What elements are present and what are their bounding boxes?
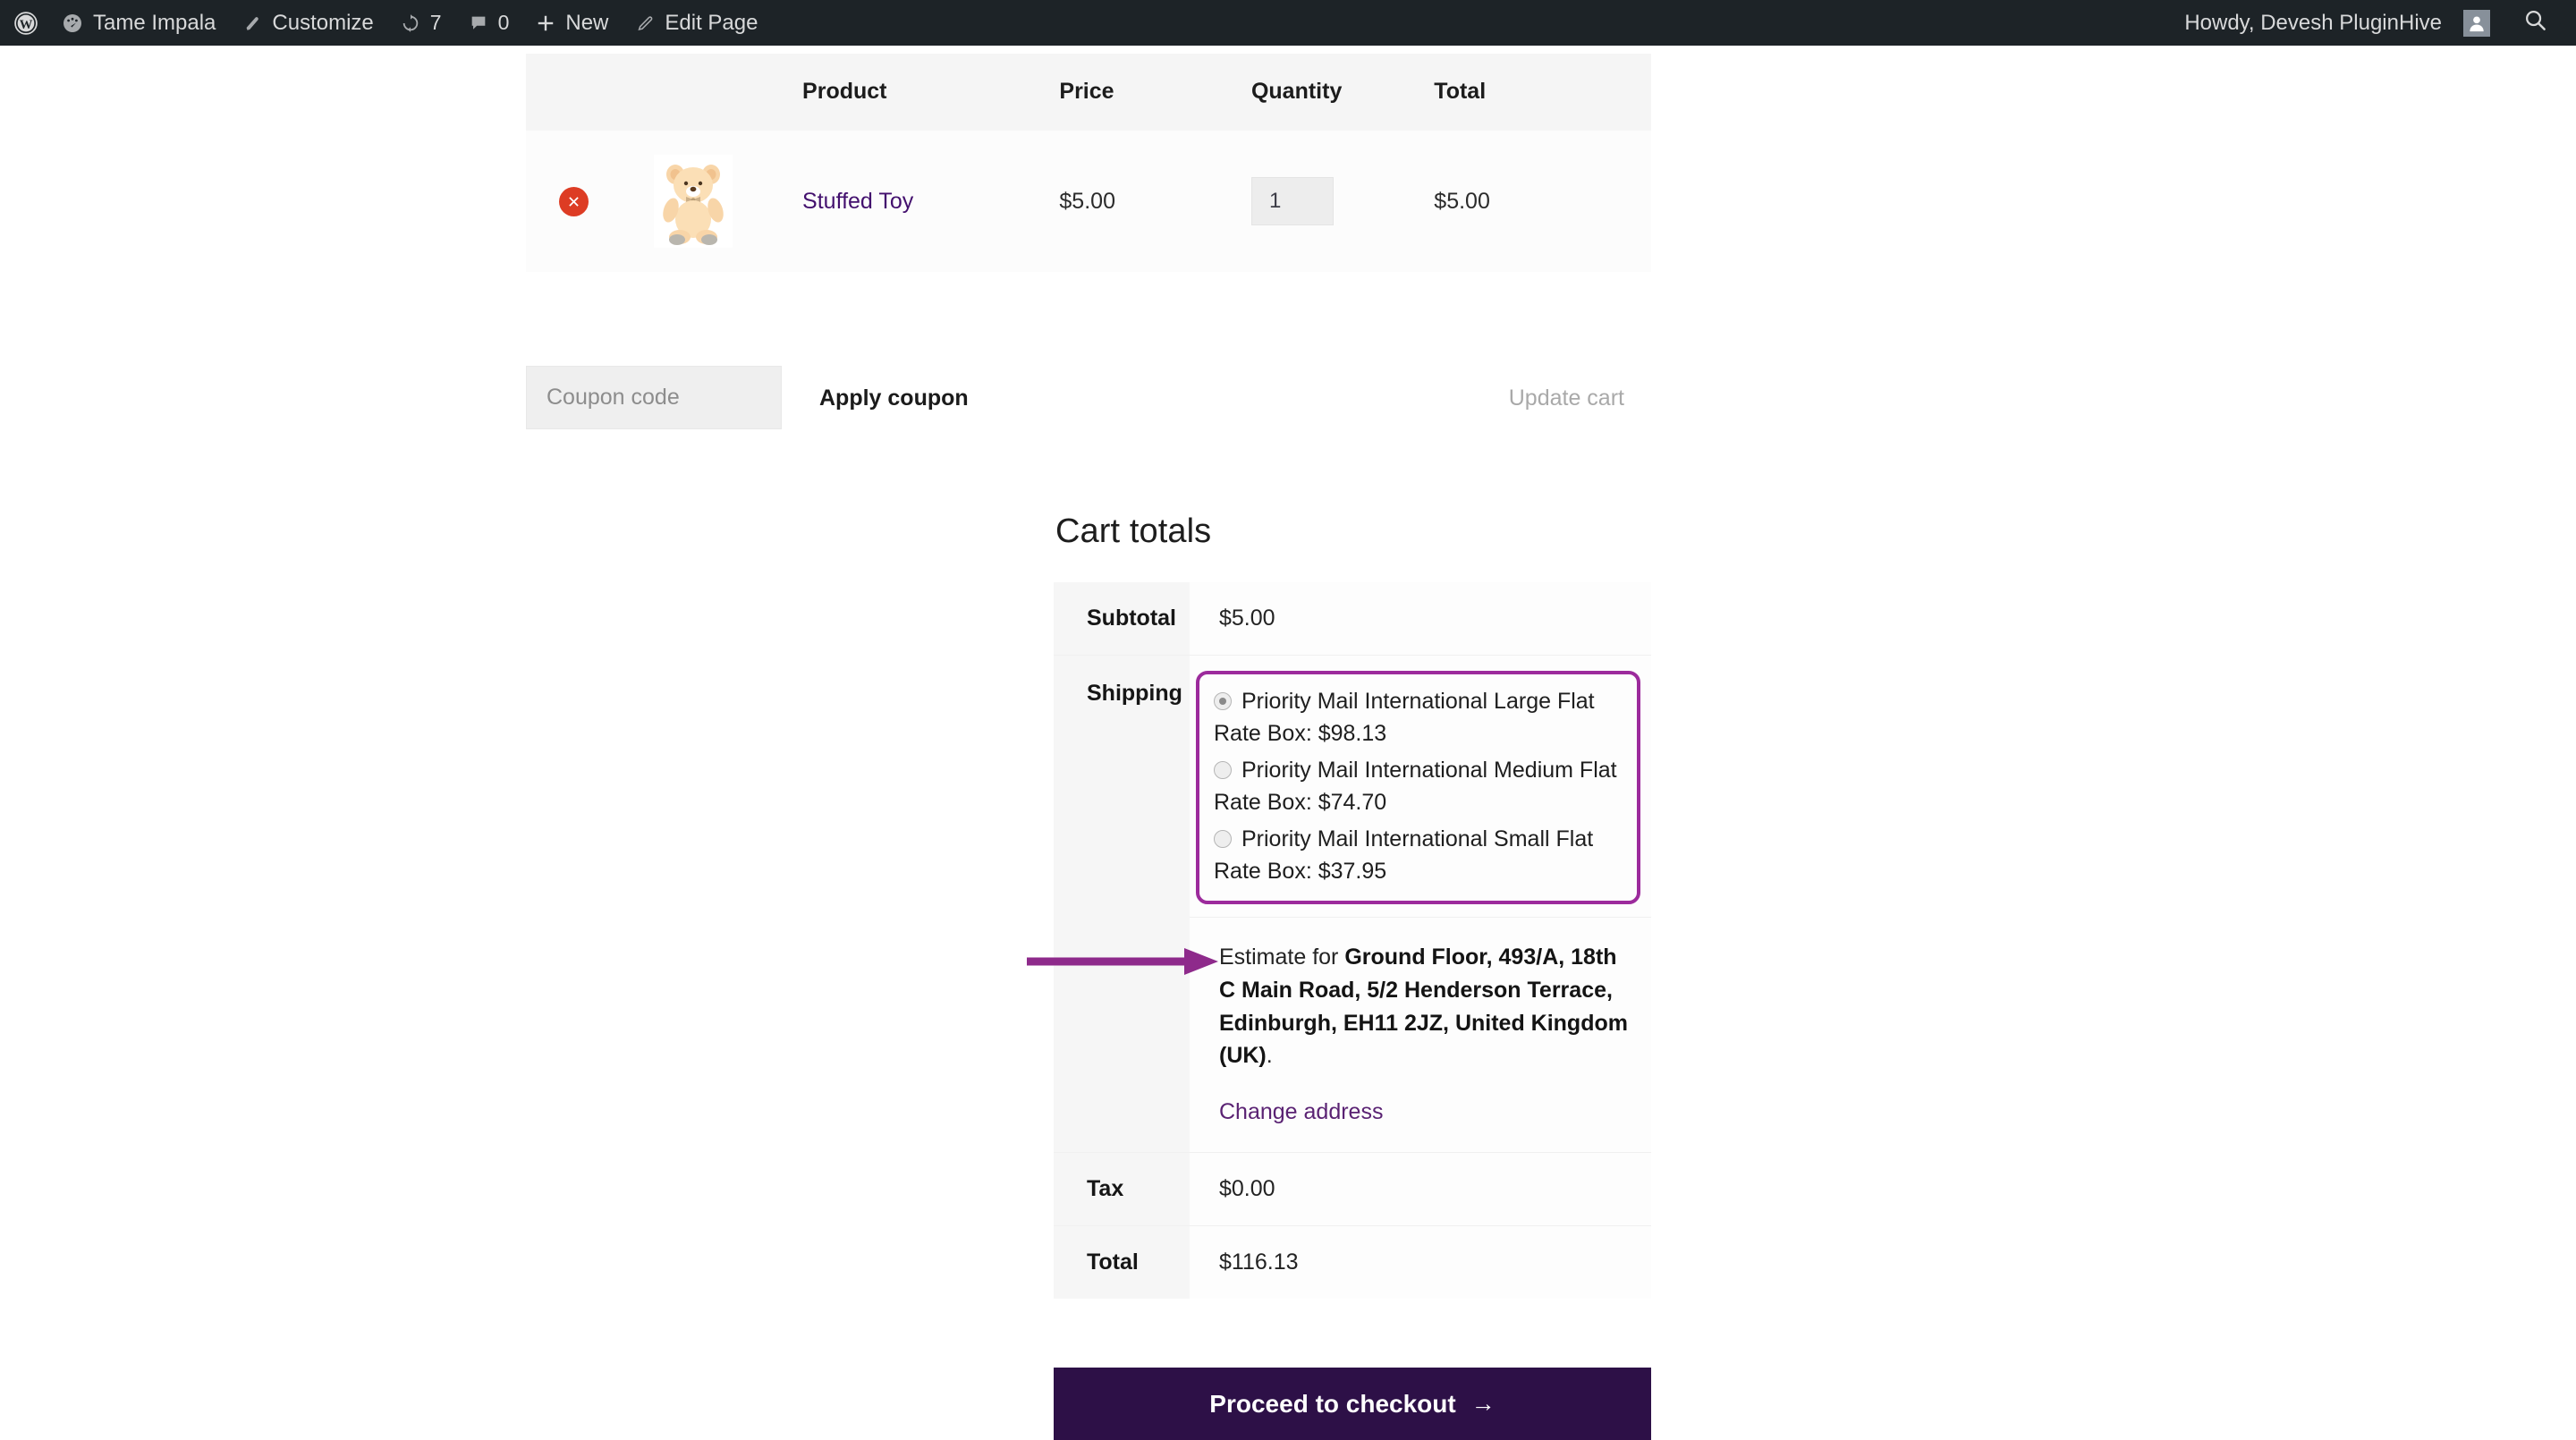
total-label: Total xyxy=(1054,1225,1190,1299)
header-thumbnail xyxy=(654,54,803,131)
cart-header-row: Product Price Quantity Total xyxy=(526,54,1651,131)
cart-table-head: Product Price Quantity Total xyxy=(526,54,1651,131)
admin-bar-left-group: W Tame Impala Customize 7 0 New Edit Pag… xyxy=(0,0,771,46)
cell-remove xyxy=(526,131,655,272)
radio-icon[interactable] xyxy=(1214,761,1232,779)
plus-icon xyxy=(536,13,555,33)
edit-page-menu[interactable]: Edit Page xyxy=(622,0,771,46)
apply-coupon-button[interactable]: Apply coupon xyxy=(819,385,969,411)
updates-refresh-icon xyxy=(401,13,420,33)
shipping-estimate-text: Estimate for Ground Floor, 493/A, 18th C… xyxy=(1219,941,1630,1072)
change-address-link[interactable]: Change address xyxy=(1219,1099,1383,1125)
search-icon xyxy=(2523,8,2547,38)
svg-text:W: W xyxy=(20,17,33,31)
wordpress-logo-icon: W xyxy=(14,11,38,35)
edit-page-label: Edit Page xyxy=(665,10,758,35)
cart-page: Product Price Quantity Total Stuffed Toy… xyxy=(0,46,2576,1440)
shipping-option-small-flat-rate[interactable]: Priority Mail International Small Flat R… xyxy=(1214,824,1623,887)
cell-quantity: 1 xyxy=(1250,131,1435,272)
comments-menu[interactable]: 0 xyxy=(455,0,523,46)
tax-row: Tax $0.00 xyxy=(1054,1152,1651,1226)
estimate-suffix: . xyxy=(1266,1043,1273,1069)
new-content-label: New xyxy=(565,10,609,35)
avatar xyxy=(2463,9,2490,37)
customize-menu[interactable]: Customize xyxy=(229,0,386,46)
cell-product-name: Stuffed Toy xyxy=(802,131,1060,272)
remove-item-button[interactable] xyxy=(559,186,589,216)
product-name-link[interactable]: Stuffed Toy xyxy=(802,189,913,214)
paintbrush-icon xyxy=(242,13,262,33)
arrow-right-icon: → xyxy=(1470,1390,1496,1417)
header-quantity: Quantity xyxy=(1250,54,1435,131)
shipping-methods-annotation-box: Priority Mail International Large Flat R… xyxy=(1196,671,1640,904)
cell-price: $5.00 xyxy=(1059,131,1251,272)
shipping-option-large-flat-rate[interactable]: Priority Mail International Large Flat R… xyxy=(1214,686,1623,750)
header-remove xyxy=(526,54,655,131)
cell-thumbnail xyxy=(654,131,803,272)
wordpress-logo-menu[interactable]: W xyxy=(0,0,48,46)
table-row: Stuffed Toy $5.00 1 $5.00 xyxy=(526,131,1651,272)
shipping-option-label: Priority Mail International Medium Flat … xyxy=(1214,758,1617,815)
radio-icon[interactable] xyxy=(1214,692,1232,710)
subtotal-row: Subtotal $5.00 xyxy=(1054,582,1651,656)
customize-label: Customize xyxy=(272,10,374,35)
wp-admin-bar: W Tame Impala Customize 7 0 New Edit Pag… xyxy=(0,0,2576,46)
shipping-option-medium-flat-rate[interactable]: Priority Mail International Medium Flat … xyxy=(1214,755,1623,818)
my-account-menu[interactable]: Howdy, Devesh PluginHive xyxy=(2171,0,2504,46)
shipping-cell: Priority Mail International Large Flat R… xyxy=(1190,655,1651,1153)
shipping-option-label: Priority Mail International Large Flat R… xyxy=(1214,689,1595,746)
shipping-label: Shipping xyxy=(1054,655,1190,1153)
product-thumbnail-image[interactable] xyxy=(654,155,733,248)
pencil-icon xyxy=(635,13,655,33)
coupon-code-input[interactable]: Coupon code xyxy=(526,366,782,429)
updates-count: 7 xyxy=(429,11,442,34)
header-total: Total xyxy=(1434,54,1651,131)
order-total-value: $116.13 xyxy=(1190,1225,1651,1299)
shipping-row: Shipping Priority Mail International Lar… xyxy=(1054,655,1651,1153)
header-price: Price xyxy=(1059,54,1251,131)
update-cart-button[interactable]: Update cart xyxy=(1509,385,1624,411)
cart-table-body: Stuffed Toy $5.00 1 $5.00 xyxy=(526,131,1651,272)
shipping-estimate-section: Estimate for Ground Floor, 493/A, 18th C… xyxy=(1190,917,1651,1152)
close-icon xyxy=(566,194,581,209)
site-name-label: Tame Impala xyxy=(93,10,216,35)
comments-count: 0 xyxy=(497,11,510,34)
radio-icon[interactable] xyxy=(1214,830,1232,848)
site-name-menu[interactable]: Tame Impala xyxy=(48,0,229,46)
subtotal-value: $5.00 xyxy=(1190,582,1651,656)
proceed-to-checkout-button[interactable]: Proceed to checkout → xyxy=(1054,1368,1651,1440)
admin-bar-right-group: Howdy, Devesh PluginHive xyxy=(2171,0,2576,46)
tax-label: Tax xyxy=(1054,1152,1190,1226)
tax-value: $0.00 xyxy=(1190,1152,1651,1226)
howdy-label: Howdy, Devesh PluginHive xyxy=(2184,10,2442,35)
cart-totals-table: Subtotal $5.00 Shipping Priority Mail In… xyxy=(1054,582,1651,1299)
total-row: Total $116.13 xyxy=(1054,1225,1651,1299)
checkout-label: Proceed to checkout xyxy=(1209,1389,1456,1418)
comment-bubble-icon xyxy=(469,13,488,33)
header-product: Product xyxy=(802,54,1060,131)
coupon-row: Coupon code Apply coupon Update cart xyxy=(526,366,1651,430)
updates-menu[interactable]: 7 xyxy=(387,0,455,46)
new-content-menu[interactable]: New xyxy=(522,0,622,46)
cart-items-table: Product Price Quantity Total Stuffed Toy… xyxy=(526,54,1651,272)
shipping-option-label: Priority Mail International Small Flat R… xyxy=(1214,826,1594,884)
dashboard-gauge-icon xyxy=(62,13,83,34)
annotation-arrow-icon xyxy=(1027,945,1222,978)
quantity-input[interactable]: 1 xyxy=(1250,177,1334,225)
admin-bar-search-button[interactable] xyxy=(2504,8,2560,38)
cart-totals-heading: Cart totals xyxy=(1055,512,1212,550)
estimate-prefix: Estimate for xyxy=(1219,944,1345,970)
subtotal-label: Subtotal xyxy=(1054,582,1190,656)
cell-line-total: $5.00 xyxy=(1434,131,1651,272)
